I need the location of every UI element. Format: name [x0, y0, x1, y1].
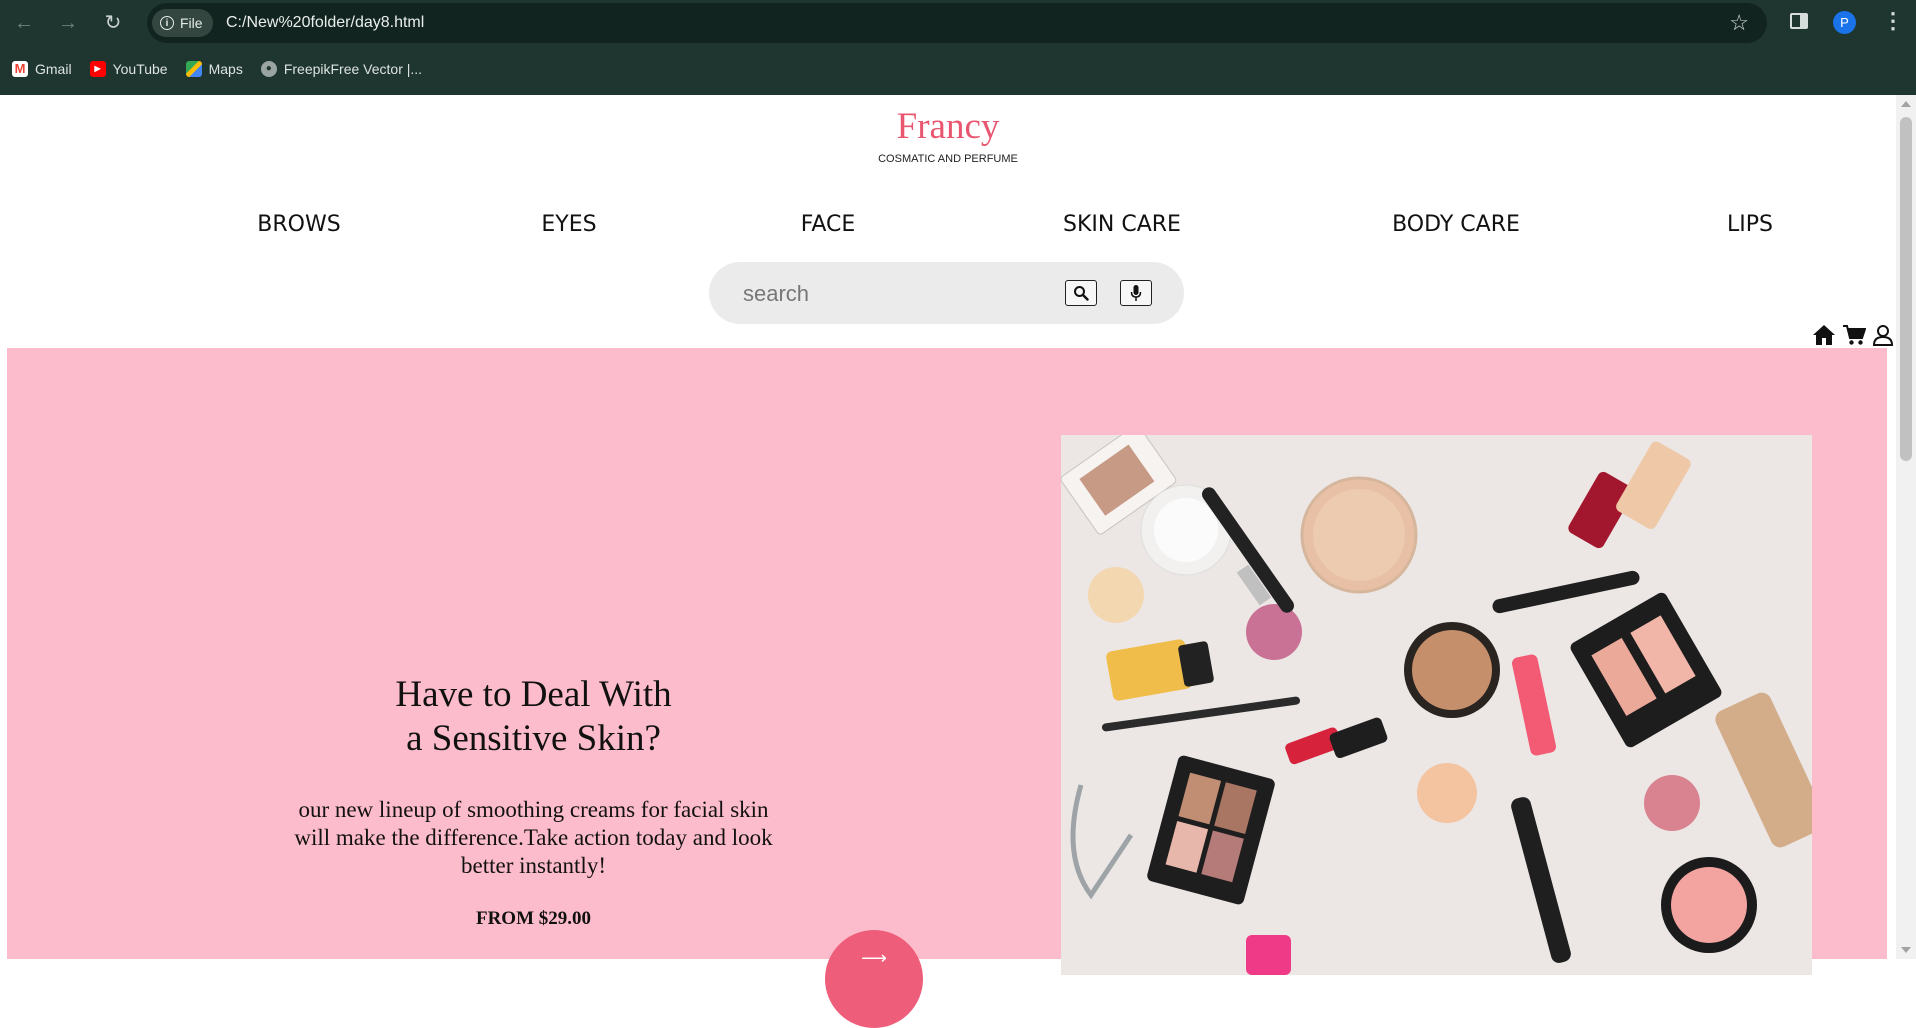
browser-chrome: ← → ↻ i File C:/New%20folder/day8.html ☆… — [0, 0, 1916, 95]
info-icon: i — [160, 16, 174, 30]
bookmark-label: YouTube — [112, 61, 168, 77]
cosmetics-product-image — [1061, 435, 1812, 975]
browser-toolbar: ← → ↻ i File C:/New%20folder/day8.html ☆… — [0, 0, 1916, 46]
cart-icon[interactable] — [1842, 324, 1866, 346]
profile-avatar[interactable]: P — [1833, 11, 1856, 34]
bookmark-star-icon[interactable]: ☆ — [1729, 11, 1749, 35]
nav-item-body-care[interactable]: BODY CARE — [1392, 212, 1520, 237]
nav-item-brows[interactable]: BROWS — [257, 212, 340, 237]
bookmark-label: FreepikFree Vector |... — [283, 61, 423, 77]
home-icon[interactable] — [1812, 324, 1836, 346]
hero-title-line-2: a Sensitive Skin? — [406, 718, 661, 759]
globe-icon: ● — [260, 61, 277, 77]
bookmark-maps[interactable]: Maps — [185, 61, 243, 77]
cosmetics-flatlay-illustration — [1061, 435, 1812, 975]
search-icon — [1074, 286, 1089, 301]
back-icon[interactable]: ← — [12, 11, 36, 35]
bookmarks-bar: M Gmail ▶ YouTube Maps ● FreepikFree Vec… — [0, 56, 428, 82]
scroll-up-arrow-icon[interactable] — [1901, 101, 1911, 107]
hero-title: Have to Deal With a Sensitive Skin? — [7, 673, 1060, 761]
site-info-chip[interactable]: i File — [152, 9, 213, 37]
site-tagline: COSMATIC AND PERFUME — [878, 153, 1018, 165]
bookmark-label: Gmail — [35, 61, 72, 77]
search-bar — [709, 262, 1184, 324]
corner-icons — [1812, 324, 1894, 346]
hero-description: our new lineup of smoothing creams for f… — [294, 797, 773, 878]
youtube-icon: ▶ — [89, 61, 106, 77]
search-input[interactable] — [741, 278, 1045, 310]
nav-item-eyes[interactable]: EYES — [541, 212, 596, 237]
nav-item-skin-care[interactable]: SKIN CARE — [1063, 212, 1181, 237]
page-scrollbar[interactable] — [1896, 95, 1916, 959]
search-button[interactable] — [1065, 280, 1097, 306]
forward-icon[interactable]: → — [56, 11, 80, 35]
hero-banner: Have to Deal With a Sensitive Skin? our … — [7, 348, 1887, 1028]
nav-item-face[interactable]: FACE — [801, 212, 856, 237]
hero-title-line-1: Have to Deal With — [395, 674, 672, 715]
bookmark-freepik[interactable]: ● FreepikFree Vector |... — [260, 61, 423, 77]
site-logo[interactable]: Francy — [0, 105, 1896, 148]
file-chip-label: File — [180, 15, 203, 31]
page: Francy COSMATIC AND PERFUME BROWS EYES F… — [0, 95, 1896, 1028]
shop-now-button[interactable]: ⟶ — [825, 930, 923, 1028]
browser-menu-icon[interactable]: ⋮ — [1882, 9, 1904, 33]
address-bar[interactable]: i File C:/New%20folder/day8.html ☆ — [147, 3, 1767, 43]
hero-price: FROM $29.00 — [475, 908, 592, 929]
bookmark-gmail[interactable]: M Gmail — [12, 61, 72, 77]
microphone-icon — [1130, 285, 1142, 301]
nav-item-lips[interactable]: LIPS — [1727, 212, 1773, 237]
reload-icon[interactable]: ↻ — [101, 11, 125, 35]
url-text[interactable]: C:/New%20folder/day8.html — [226, 3, 424, 43]
gmail-icon: M — [12, 61, 28, 77]
side-panel-icon[interactable] — [1790, 13, 1808, 29]
bookmark-label: Maps — [208, 61, 243, 77]
scroll-down-arrow-icon[interactable] — [1901, 947, 1911, 953]
user-icon[interactable] — [1872, 324, 1894, 346]
bookmark-youtube[interactable]: ▶ YouTube — [89, 61, 168, 77]
maps-icon — [185, 61, 202, 77]
main-nav: BROWS EYES FACE SKIN CARE BODY CARE LIPS — [0, 212, 1896, 242]
voice-search-button[interactable] — [1120, 280, 1152, 306]
scroll-thumb[interactable] — [1900, 117, 1912, 461]
